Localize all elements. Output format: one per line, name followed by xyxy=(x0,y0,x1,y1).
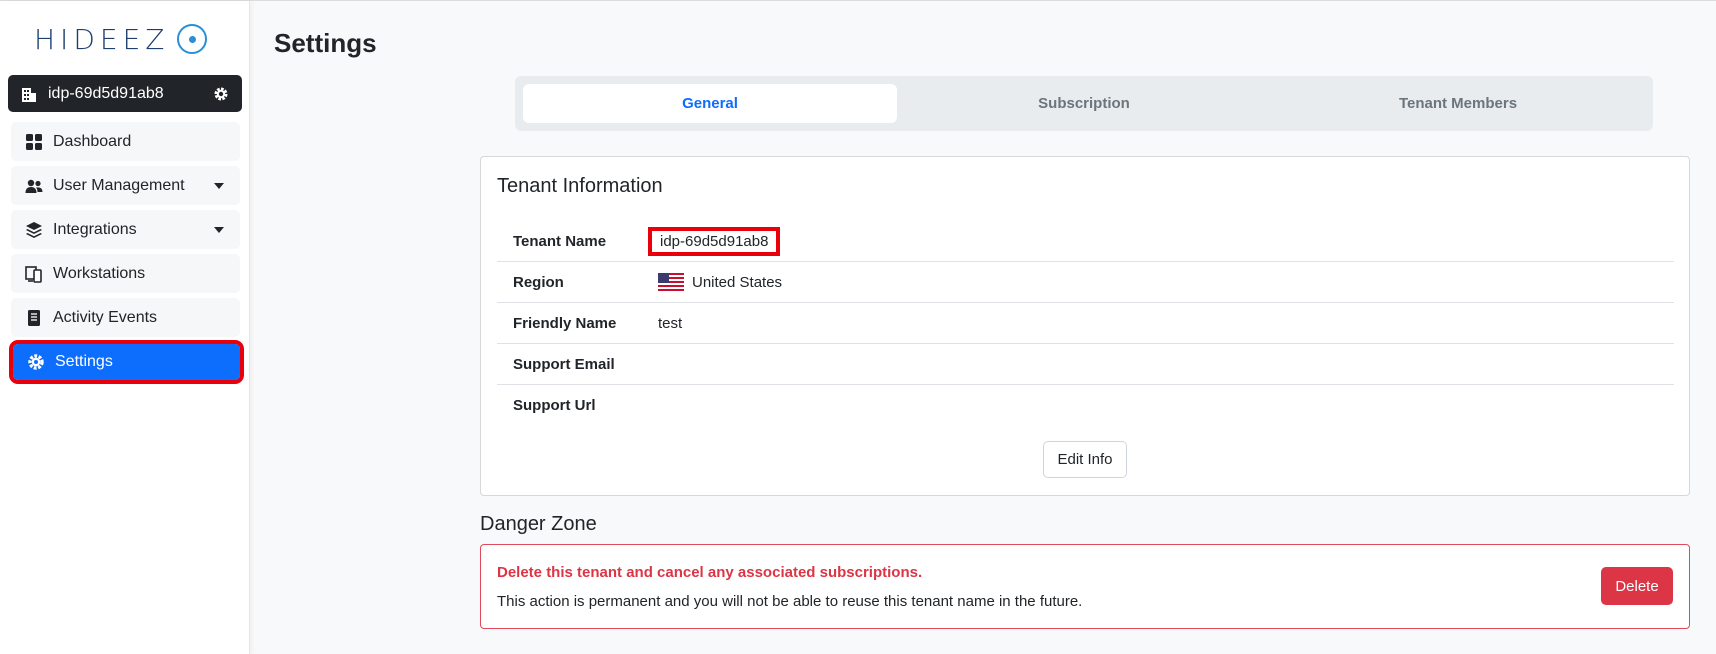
sidebar-item-label: Dashboard xyxy=(53,132,132,150)
page-title: Settings xyxy=(274,28,377,58)
edit-info-button[interactable]: Edit Info xyxy=(1043,441,1127,478)
layers-icon xyxy=(26,221,42,238)
sidebar-item-user-management[interactable]: User Management xyxy=(11,166,240,205)
tenant-name-value: idp-69d5d91ab8 xyxy=(648,226,781,256)
region-value: United States xyxy=(692,273,783,291)
info-label: Tenant Name xyxy=(513,232,607,250)
tab-general[interactable]: General xyxy=(523,84,897,123)
workstations-icon xyxy=(25,265,42,283)
us-flag-icon xyxy=(658,273,684,291)
tab-tenant-members[interactable]: Tenant Members xyxy=(1271,84,1645,123)
danger-zone-title: Danger Zone xyxy=(480,513,597,535)
chevron-down-icon xyxy=(214,226,224,233)
tenant-selector[interactable]: idp-69d5d91ab8 xyxy=(8,75,242,112)
sidebar-item-label: Settings xyxy=(55,353,113,370)
sidebar-item-integrations[interactable]: Integrations xyxy=(11,210,240,249)
info-row-support-email: Support Email xyxy=(497,344,1674,385)
document-icon xyxy=(28,309,40,326)
sidebar-item-label: Integrations xyxy=(53,220,137,238)
info-label: Support Url xyxy=(513,397,596,414)
sidebar-item-activity-events[interactable]: Activity Events xyxy=(11,298,240,337)
tenant-gear-icon[interactable] xyxy=(212,85,230,103)
info-row-tenant-name: Tenant Name idp-69d5d91ab8 xyxy=(497,221,1674,262)
danger-zone-heading: Delete this tenant and cancel any associ… xyxy=(497,564,923,581)
logo-text: HIDEEZ xyxy=(34,22,170,56)
logo-circle-icon xyxy=(177,24,208,54)
sidebar-item-workstations[interactable]: Workstations xyxy=(11,254,240,293)
danger-zone-box: Delete this tenant and cancel any associ… xyxy=(480,544,1690,629)
sidebar-item-settings[interactable]: Settings xyxy=(9,340,244,384)
tenant-information-title: Tenant Information xyxy=(497,175,663,197)
settings-tabs: General Subscription Tenant Members xyxy=(515,76,1653,131)
info-label: Friendly Name xyxy=(513,314,617,332)
sidebar-item-label: User Management xyxy=(53,176,185,194)
sidebar-item-label: Activity Events xyxy=(53,308,158,326)
info-label: Region xyxy=(513,273,564,291)
chevron-down-icon xyxy=(214,182,224,189)
hideez-logo[interactable]: HIDEEZ xyxy=(34,21,224,57)
delete-tenant-button[interactable]: Delete xyxy=(1601,567,1673,605)
region-value-wrap: United States xyxy=(658,273,782,291)
gear-icon xyxy=(28,354,44,370)
info-label: Support Email xyxy=(513,355,615,373)
info-row-friendly-name: Friendly Name test xyxy=(497,303,1674,344)
tab-subscription[interactable]: Subscription xyxy=(897,84,1271,123)
tenant-selector-name: idp-69d5d91ab8 xyxy=(48,84,164,102)
danger-zone-text: This action is permanent and you will no… xyxy=(497,593,1083,610)
sidebar-item-dashboard[interactable]: Dashboard xyxy=(11,122,240,161)
tenant-information-card: Tenant Information Tenant Name idp-69d5d… xyxy=(480,156,1690,496)
building-icon xyxy=(22,87,36,102)
sidebar-item-label: Workstations xyxy=(53,264,146,282)
friendly-name-value: test xyxy=(658,314,683,332)
users-icon xyxy=(25,179,43,193)
sidebar: HIDEEZ idp-69d5d91ab8 Dashboard User Man… xyxy=(0,1,250,654)
dashboard-grid-icon xyxy=(26,133,42,150)
info-row-support-url: Support Url xyxy=(497,385,1674,426)
info-row-region: Region United States xyxy=(497,262,1674,303)
